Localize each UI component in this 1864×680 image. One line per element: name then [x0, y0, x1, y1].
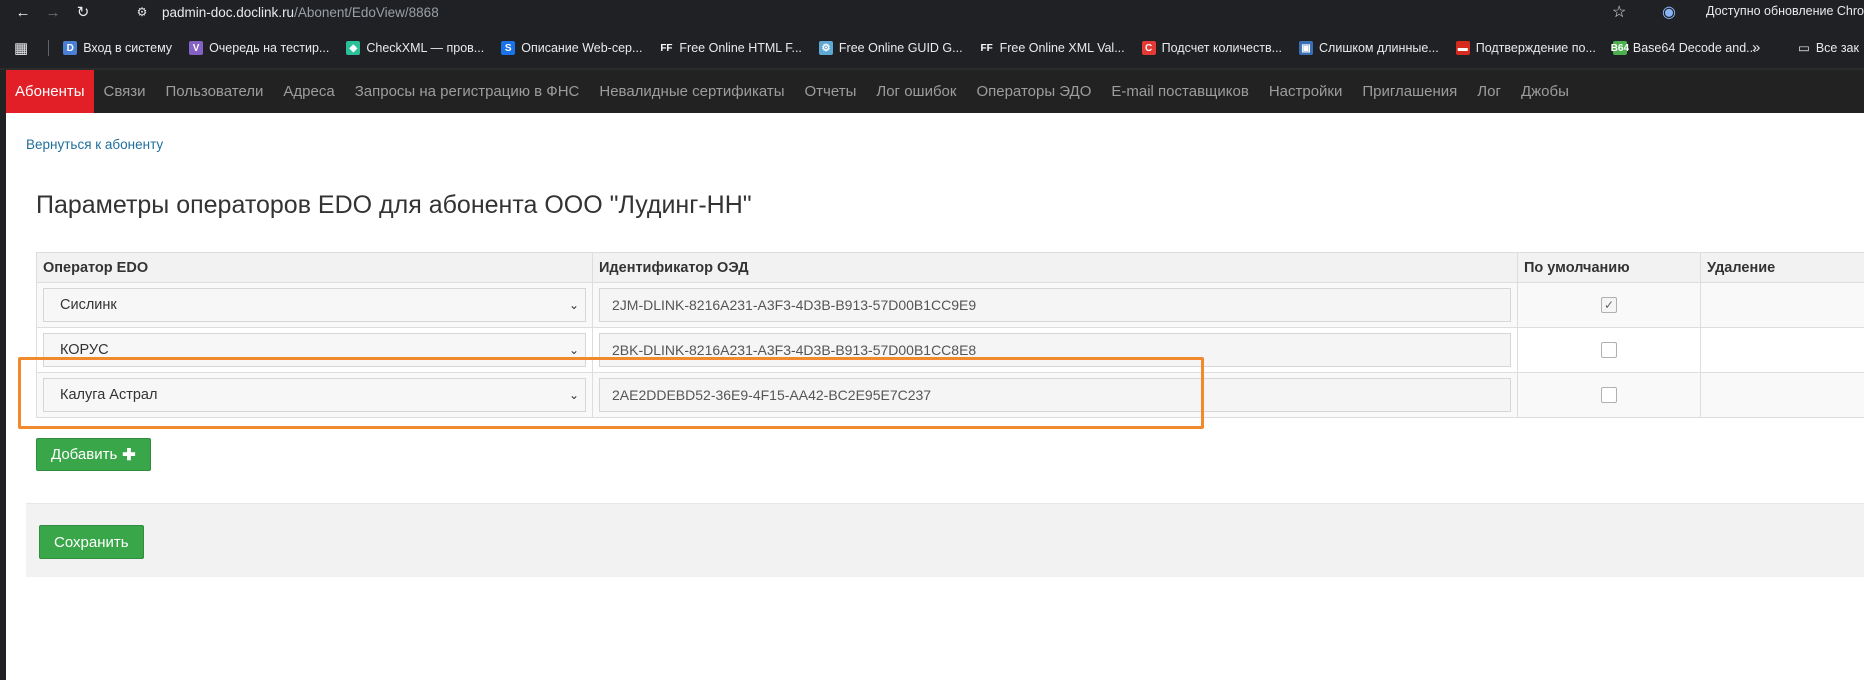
column-header-default: По умолчанию	[1517, 252, 1701, 283]
bookmark-label: Base64 Decode and...	[1632, 41, 1757, 55]
table-header-row: Оператор EDO Идентификатор ОЭД По умолча…	[36, 252, 1864, 283]
other-bookmarks-label: Все зак	[1815, 40, 1859, 55]
bookmark-label: Подтверждение по...	[1475, 41, 1596, 55]
default-cell	[1517, 372, 1701, 418]
bookmark-star-icon[interactable]: ☆	[1612, 2, 1626, 22]
url-path: /Abonent/EdoView/8868	[294, 4, 439, 20]
main-navigation: Абоненты Связи Пользователи Адреса Запросы н…	[0, 68, 1864, 121]
column-header-operator: Оператор EDO	[36, 252, 593, 283]
bookmark-item[interactable]: FF Free Online XML Val...	[979, 41, 1125, 55]
operator-select[interactable]: Сислинк ⌄	[43, 288, 586, 322]
bookmark-label: Слишком длинные...	[1319, 41, 1439, 55]
nav-item[interactable]: Невалидные сертификаты	[589, 70, 794, 113]
bookmark-favicon-icon: ◆	[346, 41, 361, 55]
bookmark-item[interactable]: ◆ CheckXML — пров...	[346, 41, 484, 55]
default-checkbox[interactable]	[1601, 342, 1617, 358]
more-bookmarks-icon[interactable]: »	[1752, 39, 1760, 56]
apps-grid-icon[interactable]: ▦	[14, 39, 28, 57]
bookmark-favicon-icon: D	[63, 41, 78, 55]
url-host: padmin-doc.doclink.ru	[162, 4, 295, 20]
window-edge	[0, 113, 6, 680]
identifier-cell: 2JM-DLINK-8216A231-A3F3-4D3B-B913-57D00B…	[592, 282, 1518, 328]
default-cell	[1517, 327, 1701, 373]
save-button[interactable]: Сохранить	[39, 525, 144, 559]
chevron-down-icon: ⌄	[568, 343, 579, 357]
bookmark-favicon-icon: B64	[1610, 41, 1630, 55]
page-content: Вернуться к абоненту Параметры операторо…	[0, 113, 1864, 680]
back-to-abonent-link[interactable]: Вернуться к абоненту	[26, 137, 163, 152]
bookmark-item[interactable]: ▬ Подтверждение по...	[1455, 41, 1596, 55]
bookmark-label: CheckXML — пров...	[366, 41, 485, 55]
address-bar[interactable]: ⚙ padmin-doc.doclink.ru/Abonent/EdoView/…	[128, 0, 1628, 24]
table-row: Сислинк ⌄ 2JM-DLINK-8216A231-A3F3-4D3B-B91…	[36, 282, 1864, 328]
add-operator-button[interactable]: Добавить ✚	[36, 438, 151, 471]
bookmark-label: Вход в систему	[83, 41, 173, 55]
bookmark-favicon-icon: ⚙	[818, 41, 833, 55]
bookmark-item[interactable]: FF Free Online HTML F...	[659, 41, 802, 55]
bookmark-label: Очередь на тестир...	[209, 41, 330, 55]
add-button-label: Добавить	[51, 446, 118, 463]
nav-item[interactable]: E-mail поставщиков	[1101, 70, 1258, 113]
delete-cell	[1700, 372, 1864, 418]
nav-item[interactable]: Лог	[1467, 70, 1511, 113]
bookmark-label: Free Online HTML F...	[679, 41, 802, 55]
default-checkbox[interactable]	[1601, 387, 1617, 403]
operator-select-value: КОРУС	[60, 342, 109, 358]
bookmark-label: Подсчет количеств...	[1161, 41, 1283, 55]
bookmark-item[interactable]: V Очередь на тестир...	[189, 41, 329, 55]
nav-item[interactable]: Джобы	[1511, 70, 1579, 113]
folder-icon: ▭	[1798, 41, 1810, 55]
bookmark-favicon-icon: FF	[659, 41, 674, 55]
bookmark-favicon-icon: ▬	[1455, 41, 1470, 55]
bookmark-label: Free Online GUID G...	[838, 41, 963, 55]
bookmark-label: Описание Web-сер...	[521, 41, 643, 55]
column-header-delete: Удаление	[1700, 252, 1864, 283]
identifier-input[interactable]: 2JM-DLINK-8216A231-A3F3-4D3B-B913-57D00B…	[599, 288, 1511, 322]
other-bookmarks[interactable]: ▭ Все зак	[1798, 40, 1859, 56]
nav-item[interactable]: Настройки	[1259, 70, 1353, 113]
bookmark-item[interactable]: D Вход в систему	[63, 41, 172, 55]
bookmark-item[interactable]: S Описание Web-сер...	[501, 41, 642, 55]
bookmarks-divider	[48, 40, 50, 56]
nav-item[interactable]: Запросы на регистрацию в ФНС	[345, 70, 590, 113]
update-notice[interactable]: Доступно обновление Chrom	[1706, 4, 1864, 18]
bookmark-item[interactable]: ▣ Слишком длинные...	[1299, 41, 1439, 55]
bookmarks-bar: ▦ D Вход в систему V Очередь на тестир... ◆ C…	[0, 36, 1864, 60]
bookmark-item[interactable]: C Подсчет количеств...	[1141, 41, 1283, 55]
page-title: Параметры операторов EDO для абонента ОО…	[36, 191, 752, 219]
nav-item[interactable]: Абоненты	[6, 70, 94, 121]
browser-toolbar: ← → ↻ ⚙ padmin-doc.doclink.ru/Abonent/Ed…	[0, 0, 1864, 24]
forward-arrow-icon[interactable]: →	[38, 4, 68, 21]
chevron-down-icon: ⌄	[568, 298, 579, 312]
default-checkbox[interactable]: ✓	[1601, 297, 1617, 313]
site-info-icon[interactable]: ⚙	[134, 4, 150, 20]
nav-item[interactable]: Отчеты	[795, 70, 867, 113]
operator-select-value: Сислинк	[60, 297, 117, 313]
bookmark-item[interactable]: ⚙ Free Online GUID G...	[818, 41, 963, 55]
operator-cell: Сислинк ⌄	[36, 282, 593, 328]
bookmark-favicon-icon: C	[1141, 41, 1156, 55]
bookmark-label: Free Online XML Val...	[999, 41, 1125, 55]
bookmark-favicon-icon: ▣	[1299, 41, 1314, 55]
bookmark-item[interactable]: B64 Base64 Decode and...	[1610, 41, 1757, 55]
nav-item[interactable]: Операторы ЭДО	[966, 70, 1101, 113]
form-footer: Сохранить	[26, 503, 1864, 577]
nav-item[interactable]: Адреса	[273, 70, 344, 113]
plus-icon: ✚	[122, 446, 136, 464]
back-arrow-icon[interactable]: ←	[8, 4, 38, 21]
nav-item[interactable]: Приглашения	[1352, 70, 1467, 113]
nav-item[interactable]: Лог ошибок	[866, 70, 966, 113]
delete-cell	[1700, 327, 1864, 373]
profile-icon[interactable]: ◉	[1662, 2, 1676, 22]
default-cell: ✓	[1517, 282, 1701, 328]
bookmark-favicon-icon: S	[501, 41, 516, 55]
nav-item[interactable]: Связи	[94, 70, 156, 113]
delete-cell	[1700, 282, 1864, 328]
nav-item[interactable]: Пользователи	[156, 70, 274, 113]
highlight-annotation	[18, 357, 1204, 429]
reload-icon[interactable]: ↻	[68, 3, 98, 21]
bookmark-favicon-icon: V	[189, 41, 204, 55]
column-header-identifier: Идентификатор ОЭД	[592, 252, 1518, 283]
bookmark-favicon-icon: FF	[979, 41, 994, 55]
